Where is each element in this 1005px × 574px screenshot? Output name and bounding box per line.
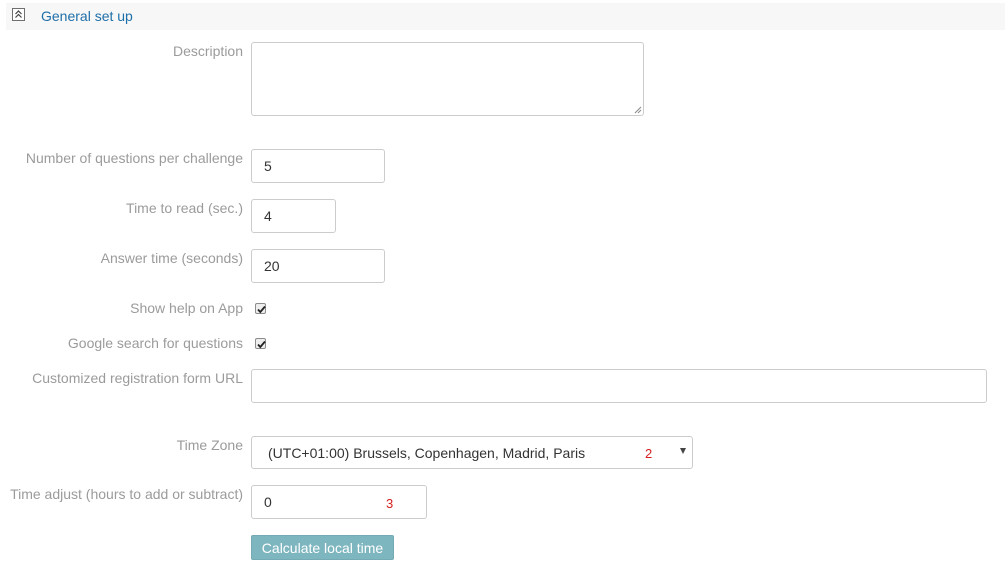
google-search-label: Google search for questions [67, 335, 243, 351]
time-adjust-input[interactable] [251, 485, 427, 519]
section-header[interactable]: General set up [6, 3, 1005, 30]
show-help-label: Show help on App [130, 300, 243, 316]
time-to-read-label: Time to read (sec.) [126, 200, 243, 216]
checkmark-icon [257, 305, 266, 314]
registration-url-input[interactable] [251, 369, 987, 403]
time-zone-label: Time Zone [176, 437, 243, 453]
questions-per-challenge-input[interactable] [251, 149, 385, 183]
annotation-marker-2: 2 [645, 446, 653, 461]
questions-per-challenge-label: Number of questions per challenge [25, 150, 243, 166]
checkmark-icon [257, 340, 266, 349]
answer-time-label: Answer time (seconds) [100, 250, 243, 266]
registration-url-label: Customized registration form URL [32, 370, 243, 386]
resize-grip-icon[interactable] [634, 106, 642, 114]
description-textarea[interactable] [251, 42, 644, 116]
time-zone-selected-value: (UTC+01:00) Brussels, Copenhagen, Madrid… [268, 445, 586, 461]
time-zone-select[interactable]: (UTC+01:00) Brussels, Copenhagen, Madrid… [251, 436, 693, 469]
answer-time-input[interactable] [251, 249, 385, 283]
show-help-checkbox[interactable] [255, 303, 266, 314]
calculate-local-time-button[interactable]: Calculate local time [251, 535, 394, 560]
annotation-marker-3: 3 [386, 496, 394, 511]
dropdown-arrow-icon[interactable] [680, 448, 686, 454]
collapse-up-icon[interactable] [12, 8, 25, 21]
google-search-checkbox[interactable] [255, 338, 266, 349]
section-title-link[interactable]: General set up [41, 8, 133, 24]
time-adjust-label: Time adjust (hours to add or subtract) [10, 486, 243, 502]
description-label: Description [172, 43, 243, 59]
time-to-read-input[interactable] [251, 199, 336, 233]
